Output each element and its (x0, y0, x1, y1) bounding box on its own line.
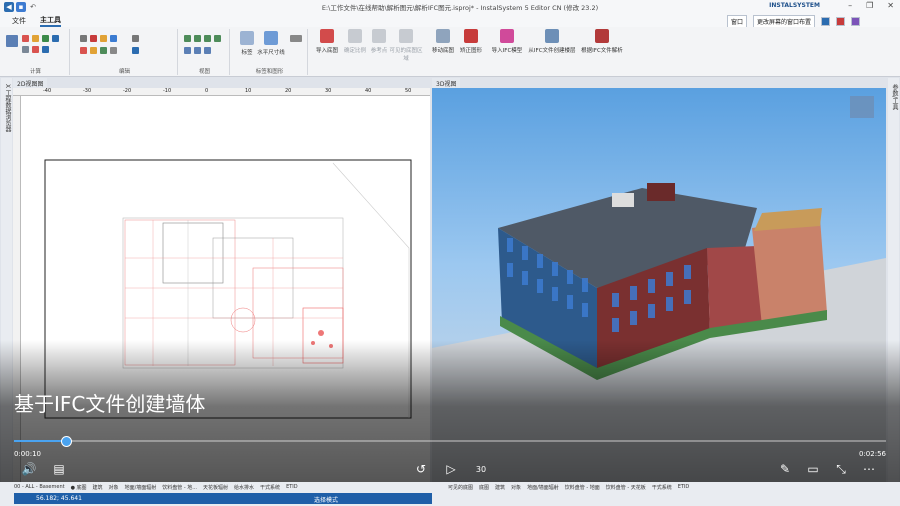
status-bar: 00 - ALL - Basement ● 底图 建筑 对象 地面/墙面辐射 饮… (0, 482, 900, 506)
window-controls: – ❐ ✕ (848, 1, 894, 10)
tab-file[interactable]: 文件 (12, 16, 26, 26)
layer-item[interactable]: 对象 (511, 484, 521, 491)
ribbon-icon-2[interactable] (836, 17, 845, 26)
total-duration: 0:02:56 (859, 450, 886, 458)
current-time: 0:00:10 (14, 450, 41, 458)
back-icon[interactable]: ◀ (4, 2, 14, 12)
ribbon-icon-1[interactable] (821, 17, 830, 26)
correct-graphic-button[interactable]: 矫正图形 (456, 29, 486, 54)
app-window: ◀ ▪ ↶ E:\工作文件\在线帮助\解析图元\解析IFC图元.isproj* … (0, 0, 900, 506)
layer-item[interactable]: ETID (286, 484, 298, 490)
layer-bar-right: 可见的底图 底图 建筑 对象 地面/墙面辐射 饮料盘管 - 地面 饮料盘管 - … (448, 482, 689, 492)
window-title: E:\工作文件\在线帮助\解析图元\解析IFC图元.isproj* - Inst… (321, 4, 599, 12)
visible-area-button[interactable]: 可见的底图区域 (388, 29, 424, 62)
layer-item[interactable]: 饮料盘管 - 地面 (565, 484, 600, 491)
forward-icon[interactable]: 30 (472, 465, 490, 474)
tab-3d-view[interactable]: 3D视图 (432, 78, 461, 88)
brand-logo: INSTALSYSTEM (769, 2, 820, 9)
tab-main-tools[interactable]: 主工具 (40, 15, 61, 27)
layer-item[interactable]: 00 - ALL - Basement (14, 484, 65, 490)
layer-item[interactable]: 干式系统 (652, 484, 672, 491)
parse-ifc-button[interactable]: 根据IFC文件解析 (578, 29, 626, 54)
import-ifc-button[interactable]: 导入IFC模型 (490, 29, 524, 54)
title-bar: ◀ ▪ ↶ E:\工作文件\在线帮助\解析图元\解析IFC图元.isproj* … (0, 0, 900, 14)
layer-item[interactable]: ETID (678, 484, 690, 490)
minimize-icon[interactable]: – (848, 1, 852, 10)
group-label-calc: 计算 (29, 69, 41, 75)
layer-item[interactable]: 天花板辐射 (203, 484, 228, 491)
tab-2d-view[interactable]: 2D视图图 (13, 78, 48, 88)
group-view: 视图 (180, 29, 230, 75)
video-progress-bar[interactable] (14, 440, 886, 442)
layer-bar-left: 00 - ALL - Basement ● 底图 建筑 对象 地面/墙面辐射 饮… (0, 482, 298, 492)
close-icon[interactable]: ✕ (887, 1, 894, 10)
layer-item[interactable]: 底图 (479, 484, 489, 491)
layer-item[interactable]: 地面/墙面辐射 (527, 484, 559, 491)
coordinates-value: 56.182; 45.641 (36, 495, 82, 502)
rewind-icon[interactable]: ↺ (412, 462, 430, 476)
import-underlay-button[interactable]: 导入底图 (312, 29, 342, 54)
save-icon[interactable]: ▪ (16, 2, 26, 12)
layer-item[interactable]: 饮料盘管 - 天花板 (606, 484, 646, 491)
layer-item[interactable]: ● 底图 (71, 484, 87, 491)
quick-access: ◀ ▪ ↶ (0, 2, 38, 12)
layer-item[interactable]: 可见的底图 (448, 484, 473, 491)
edit-icon[interactable]: ✎ (776, 462, 794, 476)
progress-fill (14, 440, 67, 442)
layer-item[interactable]: 干式系统 (260, 484, 280, 491)
subtitles-icon[interactable]: ▤ (50, 462, 68, 476)
video-subtitle: 基于IFC文件创建墙体 (14, 392, 206, 416)
move-underlay-button[interactable]: 移动底图 (428, 29, 458, 54)
ribbon-icon-3[interactable] (851, 17, 860, 26)
group-labels: 标签 水平尺寸线 标签和图形 (232, 29, 308, 75)
group-label-labels: 标签和图形 (255, 69, 284, 75)
restore-icon[interactable]: ❐ (866, 1, 873, 10)
layer-item[interactable]: 饮料盘管 - 地... (162, 484, 197, 491)
layer-item[interactable]: 对象 (109, 484, 119, 491)
volume-icon[interactable]: 🔊 (20, 462, 38, 476)
layer-item[interactable]: 地面/墙面辐射 (125, 484, 157, 491)
more-icon[interactable]: ⋯ (860, 462, 878, 476)
group-edit: 编辑 (72, 29, 178, 75)
pip-icon[interactable]: ▭ (804, 462, 822, 476)
group-label-edit: 编辑 (118, 69, 130, 75)
layer-item[interactable]: 建筑 (93, 484, 103, 491)
dimension-button[interactable]: 水平尺寸线 (256, 31, 286, 56)
layer-item[interactable]: 建筑 (495, 484, 505, 491)
undo-icon[interactable]: ↶ (28, 2, 38, 12)
play-icon[interactable]: ▷ (442, 462, 460, 476)
fullscreen-icon[interactable]: ⤡ (832, 462, 850, 477)
coordinate-readout: 56.182; 45.641 选择模式 (14, 493, 432, 504)
ribbon-toolbar: 计算 编辑 视图 标签 水平尺寸线 标签和图形 导入底图 确定比例 参考点 可见… (0, 27, 900, 77)
group-calc: 计算 (2, 29, 70, 75)
group-label-view: 视图 (198, 69, 210, 75)
mode-label: 选择模式 (314, 497, 339, 504)
create-floors-ifc-button[interactable]: 从IFC文件创建楼层 (526, 29, 578, 54)
layer-item[interactable]: 给水排水 (234, 484, 254, 491)
